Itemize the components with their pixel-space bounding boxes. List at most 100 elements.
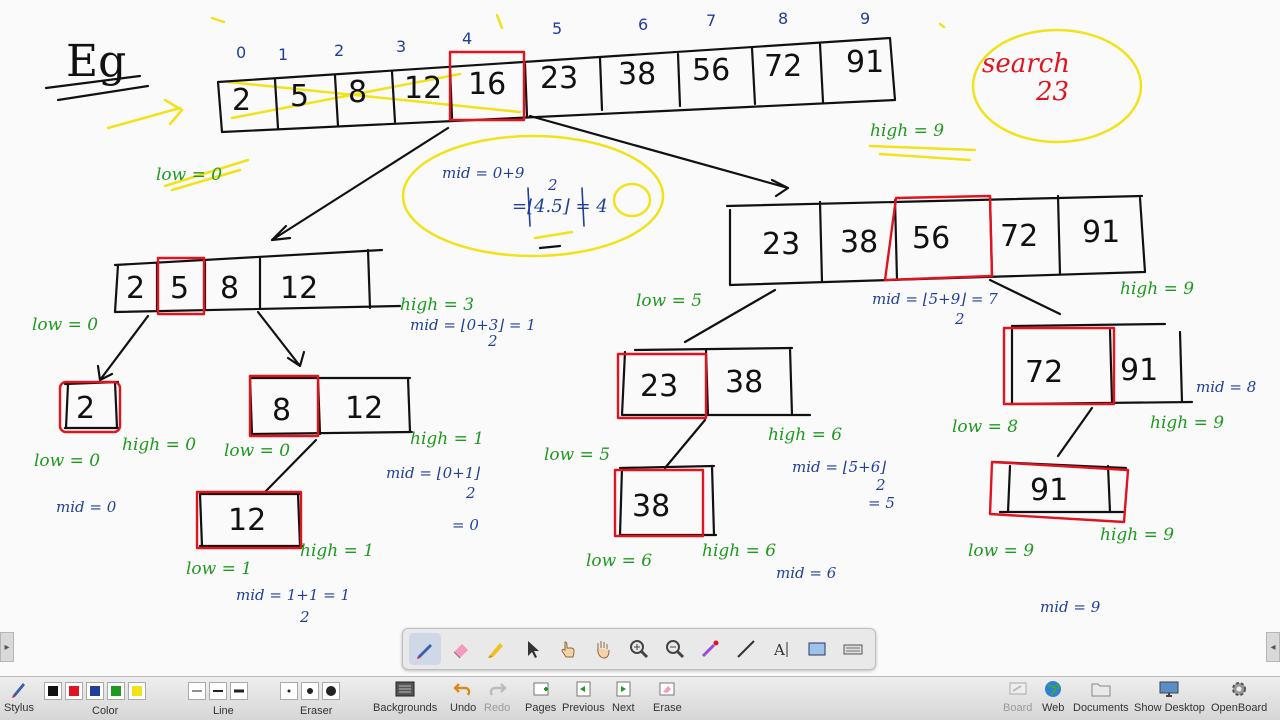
node-91-value: 91 (1120, 353, 1158, 388)
color-swatch-fill (111, 686, 121, 696)
zoom-out-icon[interactable] (659, 633, 691, 665)
svg-text:A: A (773, 641, 785, 659)
previous-icon (572, 679, 594, 699)
node-8-high: high = 1 (410, 429, 484, 449)
show-desktop-button[interactable]: Show Desktop (1134, 679, 1205, 714)
erase-button[interactable]: Erase (653, 679, 682, 714)
node-2-value: 2 (76, 391, 95, 426)
globe-icon (1042, 679, 1064, 699)
right-array-cell: 38 (840, 225, 878, 260)
main-array-cell: 91 (846, 45, 884, 80)
keyboard-icon[interactable] (837, 633, 869, 665)
color-swatch-fill (132, 686, 142, 696)
zoom-in-icon[interactable] (623, 633, 655, 665)
node-91-high: high = 9 (1100, 525, 1174, 545)
left-panel-handle[interactable]: ▸ (0, 632, 14, 662)
text-icon[interactable]: A (766, 633, 798, 665)
next-icon (612, 679, 634, 699)
low-top: low = 0 (156, 165, 222, 185)
line-icon[interactable] (730, 633, 762, 665)
right-mid-a: mid = ⌊5+9⌋ = 7 (872, 290, 998, 308)
main-array-cell: 23 (540, 61, 578, 96)
node-72-value: 72 (1025, 355, 1063, 390)
marker-icon[interactable] (480, 633, 512, 665)
main-array-cell: 12 (404, 71, 442, 106)
right-array-cell: 56 (912, 221, 950, 256)
main-array-index: 4 (462, 29, 472, 48)
node-72-high: high = 9 (1150, 413, 1224, 433)
main-array-cell: 8 (348, 75, 367, 110)
node-38-high: high = 6 (702, 541, 776, 561)
pen-icon[interactable] (409, 633, 441, 665)
web-button[interactable]: Web (1042, 679, 1064, 714)
right-array: 23 38 56 72 91 (762, 215, 1120, 262)
node-23-value: 23 (640, 369, 678, 404)
color-swatch[interactable] (128, 682, 146, 700)
undo-button[interactable]: Undo (450, 679, 476, 714)
next-button[interactable]: Next (612, 679, 635, 714)
main-array-index: 9 (860, 9, 870, 28)
board-button[interactable]: Board (1003, 679, 1032, 714)
pages-button[interactable]: Pages (525, 679, 556, 714)
main-array-cell: 16 (468, 67, 506, 102)
line-medium-button[interactable] (209, 682, 227, 700)
capture-icon[interactable] (802, 633, 834, 665)
left-array-cell: 12 (280, 271, 318, 306)
left-array-cell: 2 (126, 271, 145, 306)
main-array-index: 6 (638, 15, 648, 34)
eraser-small-button[interactable] (280, 682, 298, 700)
main-array-cell: 2 (232, 83, 251, 118)
color-swatch[interactable] (65, 682, 83, 700)
main-array-index: 2 (334, 41, 344, 60)
color-swatch-fill (69, 686, 79, 696)
redo-button[interactable]: Redo (484, 679, 510, 714)
selector-icon[interactable] (516, 633, 548, 665)
yellow-arrow (106, 98, 184, 130)
eraser-medium-button[interactable] (301, 682, 319, 700)
color-swatch[interactable] (44, 682, 62, 700)
mid-calc-1: mid = 0+9 (442, 164, 525, 182)
stylus-palette: A (402, 628, 876, 670)
line-thin-button[interactable] (188, 682, 206, 700)
laser-pointer-icon[interactable] (695, 633, 727, 665)
stylus-button[interactable]: Stylus (4, 679, 34, 714)
openboard-button[interactable]: OpenBoard (1211, 679, 1267, 714)
main-array-index: 5 (552, 19, 562, 38)
main-array-cell: 38 (618, 57, 656, 92)
main-array-index: 8 (778, 9, 788, 28)
left-array-cell: 5 (170, 271, 189, 306)
monitor-icon (1158, 679, 1180, 699)
eraser-large-button[interactable] (322, 682, 340, 700)
mid-result-circle (612, 182, 652, 218)
hand-icon[interactable] (587, 633, 619, 665)
node-91-low: low = 9 (968, 541, 1034, 561)
previous-button[interactable]: Previous (562, 679, 605, 714)
interactor-icon[interactable] (552, 633, 584, 665)
whiteboard-canvas[interactable]: Eg 2 5 8 12 16 23 38 56 72 91 0123456789 2 5 8 12 23… (0, 0, 1280, 676)
arrow-right-subtree (528, 114, 790, 198)
right-panel-handle[interactable]: ◂ (1266, 632, 1280, 662)
right-array-cell: 91 (1082, 215, 1120, 250)
main-array-index: 3 (396, 37, 406, 56)
color-swatches (44, 682, 146, 702)
node-8-value: 8 (272, 393, 291, 428)
node-38-value: 38 (725, 365, 763, 400)
node-23-mid-b: 2 (875, 476, 886, 494)
heading: Eg (66, 36, 126, 87)
documents-button[interactable]: Documents (1073, 679, 1129, 714)
backgrounds-button[interactable]: Backgrounds (373, 679, 437, 714)
node-2-high: high = 0 (122, 435, 196, 455)
node-91-mid: mid = 9 (1040, 598, 1101, 616)
high-top: high = 9 (870, 121, 944, 141)
high-underline (868, 144, 977, 162)
line-thick-button[interactable] (230, 682, 248, 700)
eraser-icon[interactable] (445, 633, 477, 665)
node-12-mid-a: mid = 1+1 = 1 (236, 586, 350, 604)
folder-icon (1090, 679, 1112, 699)
erase-icon (656, 679, 678, 699)
right-array-cell: 23 (762, 227, 800, 262)
color-swatch[interactable] (107, 682, 125, 700)
node-91-single: 91 (1030, 473, 1068, 508)
color-swatch[interactable] (86, 682, 104, 700)
node-38-mid: mid = 6 (776, 564, 837, 582)
